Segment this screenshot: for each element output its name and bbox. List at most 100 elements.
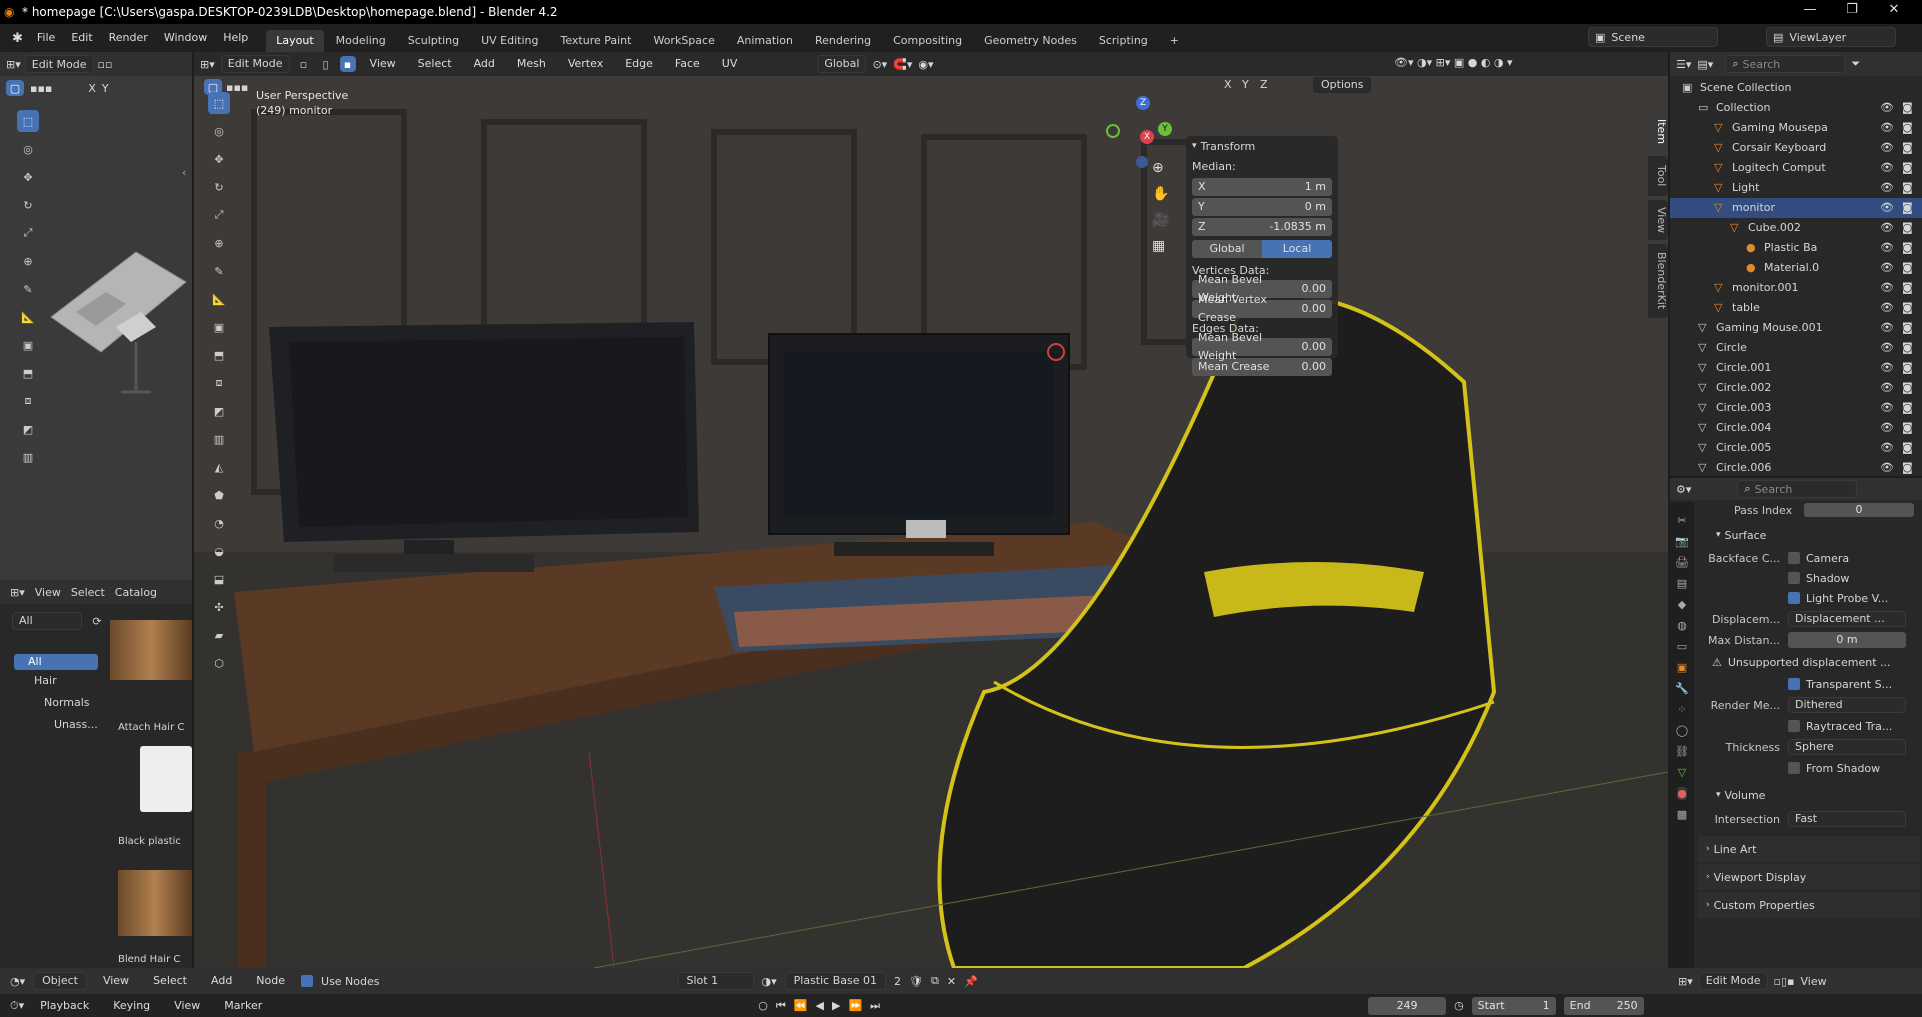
tab-uv-editing[interactable]: UV Editing (471, 30, 548, 52)
gizmo-neg-z-icon[interactable] (1136, 156, 1148, 168)
mean-edge-bevel-weight-field[interactable]: Mean Bevel Weight 0.00 (1192, 331, 1332, 362)
render-camera-icon[interactable]: ◙ (1902, 158, 1913, 178)
surface-section-header[interactable]: ▾ Surface (1698, 522, 1920, 548)
node-menu-select[interactable]: Select (145, 968, 195, 994)
select-tool-icon[interactable]: ⬚ (208, 92, 230, 114)
visibility-eye-icon[interactable]: 👁 (1880, 418, 1894, 438)
mean-vertex-crease-field[interactable]: Mean Vertex Crease 0.00 (1192, 293, 1332, 324)
rip-region-tool-icon[interactable]: ⬡ (208, 652, 230, 674)
transparent-shadows-checkbox[interactable] (1788, 678, 1800, 690)
extrude-tool-icon[interactable]: ⬒ (17, 362, 39, 384)
viewport-menu-uv[interactable]: UV (714, 52, 746, 77)
thickness-select[interactable]: Sphere (1788, 739, 1906, 755)
minimize-button[interactable]: — (1790, 2, 1830, 22)
render-camera-icon[interactable]: ◙ (1902, 318, 1913, 338)
tool-tab-icon[interactable]: ✂ (1677, 514, 1686, 527)
viewport-display-section-header[interactable]: › Viewport Display (1698, 864, 1920, 890)
menu-edit[interactable]: Edit (63, 25, 100, 51)
render-camera-icon[interactable]: ◙ (1902, 138, 1913, 158)
render-camera-icon[interactable]: ◙ (1902, 278, 1913, 298)
clock-icon[interactable]: ◷ (1454, 999, 1464, 1012)
render-camera-icon[interactable]: ◙ (1902, 178, 1913, 198)
mode-select[interactable]: Edit Mode (220, 55, 290, 73)
asset-library-select[interactable]: All (12, 612, 82, 630)
add-cube-tool-icon[interactable]: ▣ (208, 316, 230, 338)
shear-tool-icon[interactable]: ▰ (208, 624, 230, 646)
menu-file[interactable]: File (29, 25, 63, 51)
rotate-tool-icon[interactable]: ↻ (208, 176, 230, 198)
editor-type-icon[interactable]: ⊞▾ (200, 58, 215, 71)
render-camera-icon[interactable]: ◙ (1902, 298, 1913, 318)
measure-tool-icon[interactable]: 📐 (208, 288, 230, 310)
texture-tab-icon[interactable]: ▩ (1677, 808, 1687, 821)
inset-tool-icon[interactable]: ⧈ (17, 390, 39, 412)
render-camera-icon[interactable]: ◙ (1902, 338, 1913, 358)
outliner-row[interactable]: ▽ Circle.002 👁 ◙ (1670, 378, 1922, 398)
mirror-axis-x[interactable]: X (1224, 78, 1232, 91)
move-tool-icon[interactable]: ✥ (17, 166, 39, 188)
modifier-tab-icon[interactable]: 🔧 (1675, 682, 1689, 695)
outliner-row[interactable]: ▣ Scene Collection (1670, 78, 1922, 98)
maximize-button[interactable]: ❐ (1832, 2, 1872, 22)
outliner-search[interactable]: ⌕ Search (1725, 55, 1846, 73)
render-camera-icon[interactable]: ◙ (1902, 458, 1913, 478)
slot-select[interactable]: Slot 1 (677, 972, 754, 990)
scene-tab-icon[interactable]: ◆ (1678, 598, 1686, 611)
volume-section-header[interactable]: ▾ Volume (1698, 782, 1920, 808)
visibility-eye-icon[interactable]: 👁 (1880, 438, 1894, 458)
physics-tab-icon[interactable]: ◯ (1676, 724, 1688, 737)
use-nodes-checkbox[interactable] (301, 975, 314, 987)
timeline-menu-marker[interactable]: Marker (216, 993, 270, 1017)
asset-thumbnail[interactable] (140, 746, 192, 812)
raytraced-checkbox[interactable] (1788, 720, 1800, 732)
asset-menu-select[interactable]: Select (71, 586, 105, 599)
mirror-axis-y[interactable]: Y (1242, 78, 1249, 91)
select-mode-icons[interactable]: ▫▯▪ (1774, 975, 1795, 988)
mean-crease-field[interactable]: Mean Crease 0.00 (1192, 358, 1332, 376)
material-name-field[interactable]: Plastic Base 01 (784, 972, 886, 990)
viewport-menu-mesh[interactable]: Mesh (509, 52, 554, 77)
catalog-normals[interactable]: Normals (14, 692, 98, 714)
material-users-count[interactable]: 2 (894, 975, 901, 988)
object-tab-icon[interactable]: ▣ (1677, 661, 1687, 674)
collection-tab-icon[interactable]: ▭ (1677, 640, 1687, 653)
snap-icon[interactable]: 🧲▾ (893, 58, 912, 71)
collapse-arrow-icon[interactable]: ‹ (182, 166, 186, 179)
end-frame-field[interactable]: End 250 (1563, 996, 1644, 1015)
add-workspace-button[interactable]: + (1160, 30, 1189, 52)
view-layer-tab-icon[interactable]: ▤ (1677, 577, 1687, 590)
jump-keyframe-back-icon[interactable]: ⏪ (794, 999, 808, 1012)
select-mode-icons[interactable]: ▪▪▪ (30, 82, 52, 95)
global-toggle[interactable]: Global (1192, 240, 1262, 258)
scale-tool-icon[interactable]: ⤢ (17, 222, 39, 244)
tab-rendering[interactable]: Rendering (805, 30, 881, 52)
visibility-eye-icon[interactable]: 👁 (1880, 378, 1894, 398)
visibility-eye-icon[interactable]: 👁 (1880, 338, 1894, 358)
navigation-gizmo[interactable]: Z Y X (1104, 96, 1184, 176)
render-camera-icon[interactable]: ◙ (1902, 218, 1913, 238)
render-camera-icon[interactable]: ◙ (1902, 398, 1913, 418)
pivot-icon[interactable]: ⊙▾ (872, 58, 887, 71)
timeline-menu-playback[interactable]: Playback (32, 993, 97, 1017)
sidebar-tab-blenderkit[interactable]: BlenderKit (1648, 244, 1668, 318)
render-camera-icon[interactable]: ◙ (1902, 418, 1913, 438)
cursor-tool-icon[interactable]: ◎ (208, 120, 230, 142)
extrude-tool-icon[interactable]: ⬒ (208, 344, 230, 366)
transform-tool-icon[interactable]: ⊕ (17, 250, 39, 272)
outliner-row[interactable]: ▽ monitor.001 👁 ◙ (1670, 278, 1922, 298)
asset-menu-catalog[interactable]: Catalog (115, 586, 157, 599)
pass-index-field[interactable]: 0 (1804, 503, 1914, 517)
axis-x-label[interactable]: X (88, 82, 96, 95)
outliner-row[interactable]: ▽ Circle.003 👁 ◙ (1670, 398, 1922, 418)
properties-search[interactable]: ⌕ Search (1737, 480, 1858, 498)
shrink-fatten-tool-icon[interactable]: ✣ (208, 596, 230, 618)
proportional-edit-icon[interactable]: ◉▾ (918, 58, 933, 71)
editor-type-icon[interactable]: ⊞▾ (1678, 975, 1693, 988)
filter-icon[interactable]: ⏷ (1851, 57, 1860, 71)
asset-thumbnail[interactable] (118, 870, 192, 936)
pin-icon[interactable]: 📌 (964, 975, 978, 988)
record-icon[interactable]: ○ (758, 999, 768, 1012)
knife-tool-icon[interactable]: ◭ (208, 456, 230, 478)
main-3d-viewport[interactable]: ⊞▾ Edit Mode ▫ ▯ ▪ View Select Add Mesh … (194, 52, 1668, 968)
tab-texture-paint[interactable]: Texture Paint (550, 30, 641, 52)
